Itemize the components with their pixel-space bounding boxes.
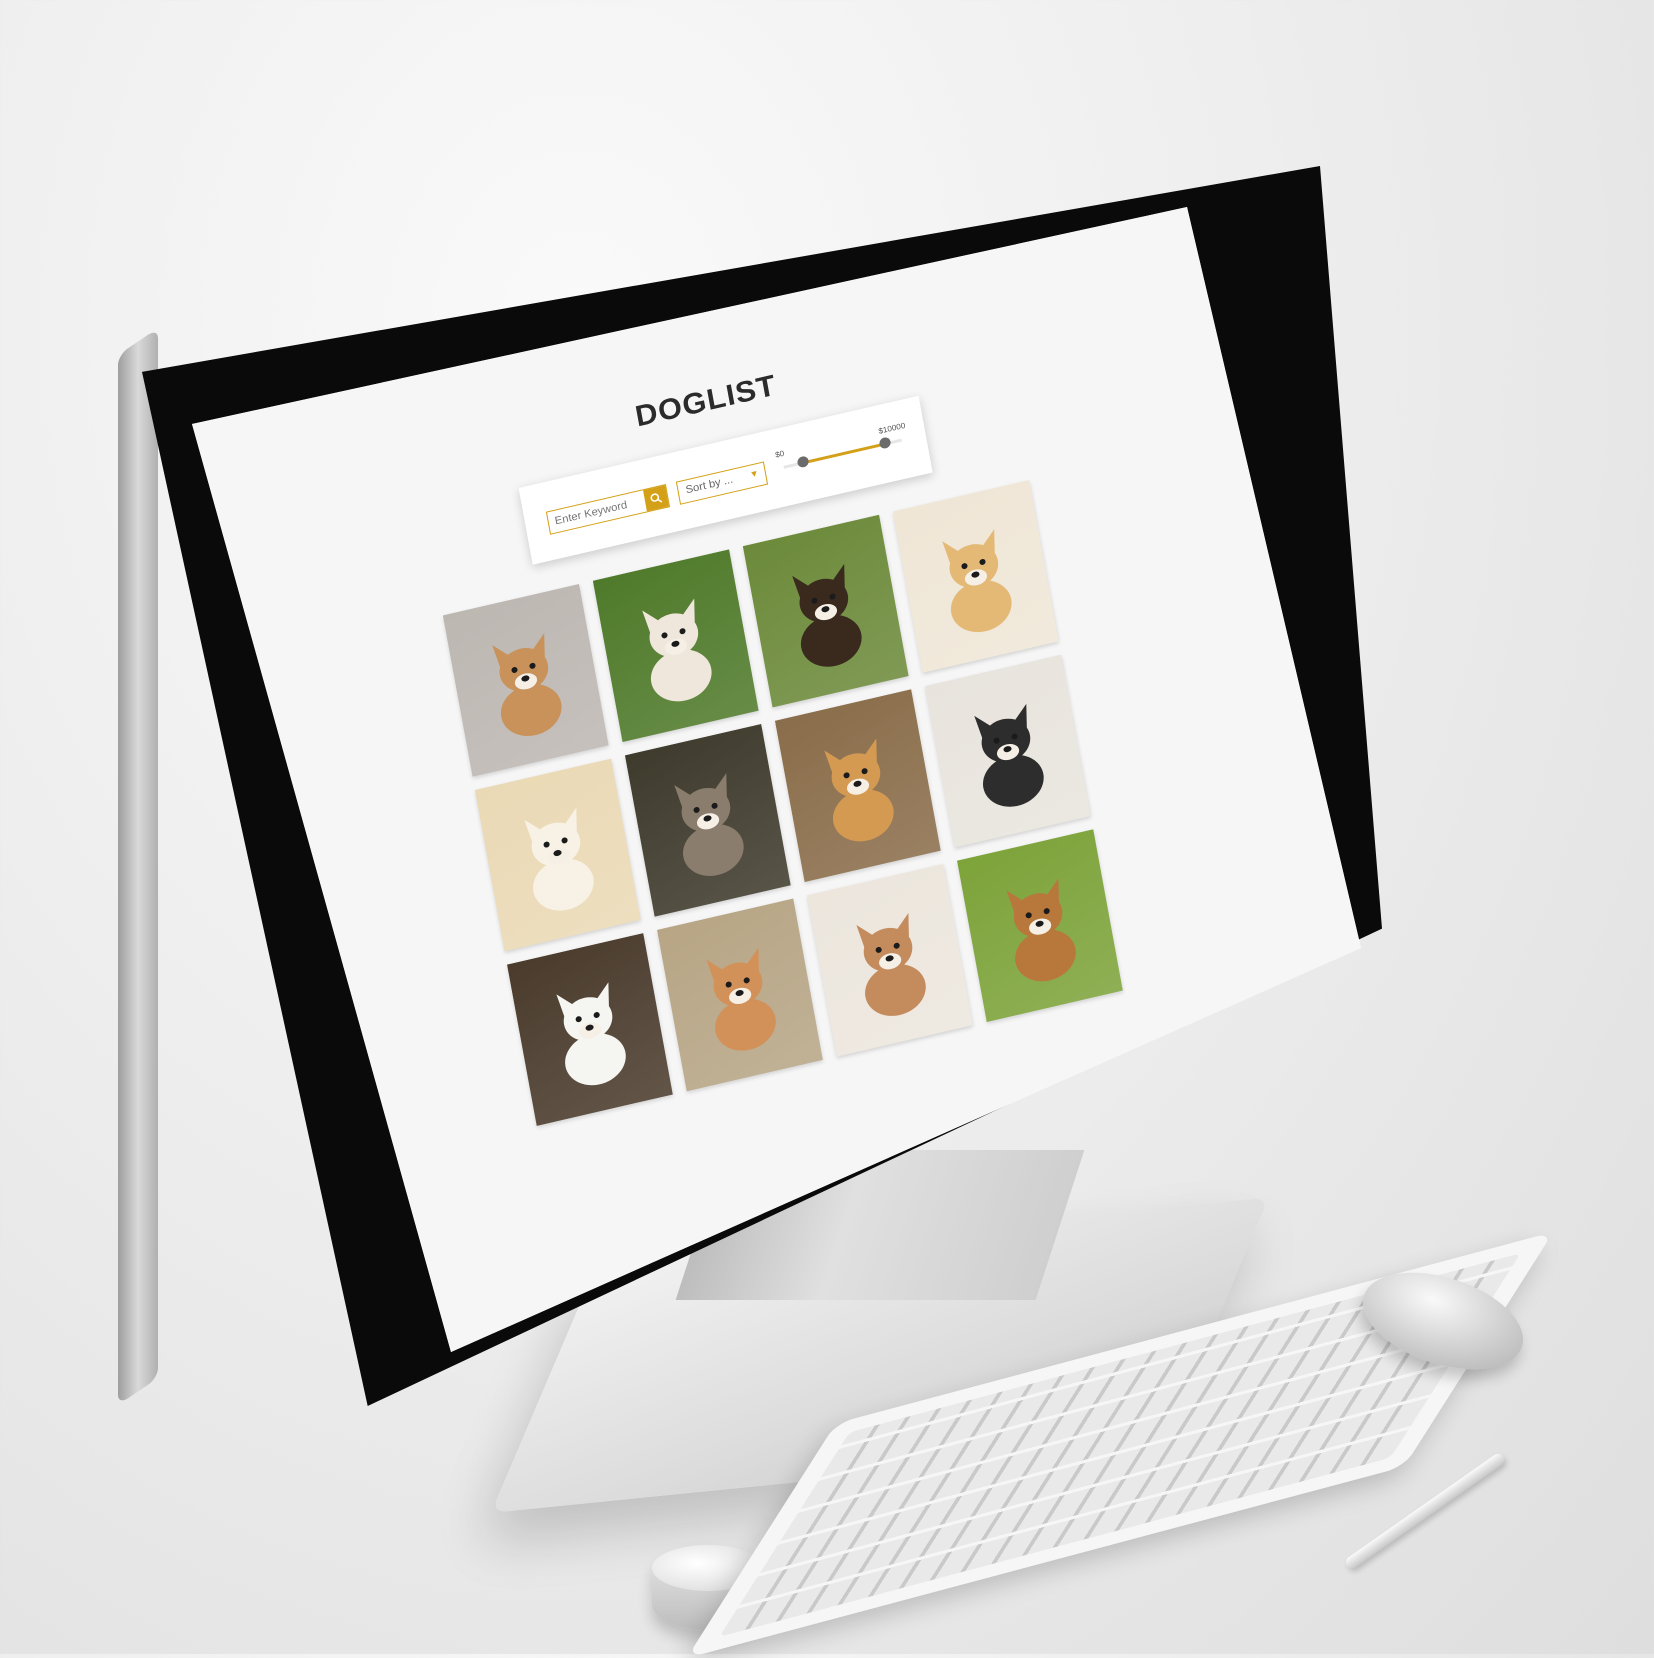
monitor-edge <box>118 328 158 1405</box>
range-fill <box>802 442 886 465</box>
dog-card-corgi-walking[interactable] <box>775 689 941 882</box>
search-field[interactable] <box>545 484 671 535</box>
price-range-slider[interactable]: $0 $10000 <box>774 419 911 487</box>
dog-card-corgi[interactable] <box>442 584 609 777</box>
dog-card-maltese[interactable] <box>475 758 641 952</box>
dog-photo <box>674 773 744 877</box>
search-button[interactable] <box>643 485 669 512</box>
dog-card-boxer-puppy[interactable] <box>807 864 973 1057</box>
dog-photo <box>524 808 594 911</box>
dog-photo <box>824 738 894 842</box>
dog-card-samoyed[interactable] <box>507 933 673 1126</box>
dog-photo <box>492 633 562 737</box>
dog-grid <box>442 479 1127 1126</box>
range-max-handle[interactable] <box>879 436 892 450</box>
dog-photo <box>792 564 862 668</box>
dog-card-husky[interactable] <box>925 654 1091 848</box>
dog-photo <box>856 913 926 1017</box>
desk-scene: DOGLIST Sort by ... ▼ $0 <box>0 0 1654 1658</box>
dog-photo <box>556 982 626 1086</box>
price-max-label: $10000 <box>877 420 907 436</box>
search-input[interactable] <box>547 490 647 534</box>
chevron-down-icon: ▼ <box>748 467 760 480</box>
dog-photo <box>642 598 712 702</box>
price-min-label: $0 <box>774 448 785 460</box>
range-min-handle[interactable] <box>796 455 810 469</box>
dog-card-shiba-inu[interactable] <box>657 898 823 1092</box>
dog-card-golden-retriever[interactable] <box>892 480 1059 673</box>
search-icon <box>650 493 663 503</box>
dog-card-beagle[interactable] <box>957 829 1123 1022</box>
dog-photo <box>706 948 776 1051</box>
dog-photo <box>1006 878 1076 982</box>
dog-photo <box>974 704 1044 808</box>
dog-photo <box>942 529 1012 633</box>
dog-card-corgi-tricolor[interactable] <box>625 724 791 917</box>
dog-card-german-shepherd[interactable] <box>742 514 909 708</box>
sort-label: Sort by ... <box>684 473 734 497</box>
dog-card-bulldog[interactable] <box>592 549 759 743</box>
sort-dropdown[interactable]: Sort by ... ▼ <box>675 461 769 505</box>
